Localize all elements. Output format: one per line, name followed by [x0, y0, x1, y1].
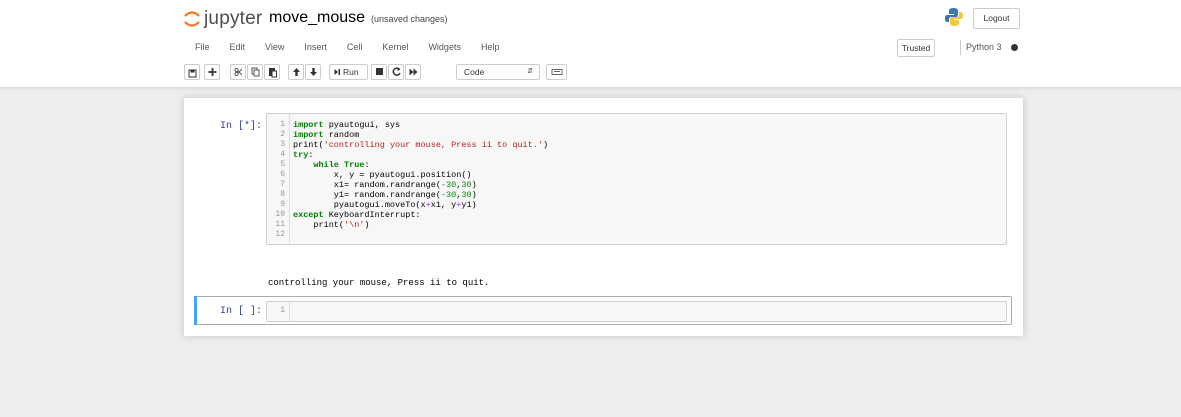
move-up-button[interactable] [288, 64, 304, 80]
jupyter-logo-text: jupyter [204, 8, 263, 29]
copy-button[interactable] [247, 64, 263, 80]
selected-cell-indicator [194, 296, 197, 325]
cell-type-select[interactable]: Code ⇵ [456, 64, 540, 80]
cell-type-value: Code [464, 67, 485, 77]
line-number: 7 [280, 180, 285, 189]
code-line: pyautogui.moveTo(x+x1, y+y1) [293, 200, 477, 210]
line-number: 3 [280, 140, 285, 149]
cell-output: controlling your mouse, Press ii to quit… [268, 278, 490, 288]
code-line: x, y = pyautogui.position() [293, 170, 472, 180]
menu-widgets[interactable]: Widgets [428, 40, 461, 54]
restart-icon [389, 65, 403, 79]
line-number: 6 [280, 170, 285, 179]
interrupt-kernel-button[interactable] [371, 64, 387, 80]
save-button[interactable] [184, 64, 200, 80]
menu-cell[interactable]: Cell [347, 40, 363, 54]
line-number: 10 [275, 210, 285, 219]
plus-icon [205, 65, 219, 79]
menu-view[interactable]: View [265, 40, 284, 54]
run-button[interactable]: Run [329, 64, 368, 80]
paste-button[interactable] [264, 64, 280, 80]
save-icon [185, 65, 199, 79]
line-number-gutter: 1 [267, 302, 290, 321]
kernel-name: Python 3 [966, 42, 1002, 52]
input-prompt: In [*]: [219, 121, 262, 132]
cut-button[interactable] [230, 64, 246, 80]
arrow-up-icon [289, 65, 303, 79]
logout-button[interactable]: Logout [973, 8, 1020, 29]
line-number: 1 [280, 306, 285, 315]
menu-kernel[interactable]: Kernel [382, 40, 408, 54]
restart-kernel-button[interactable] [388, 64, 404, 80]
copy-icon [248, 65, 262, 79]
menu-help[interactable]: Help [481, 40, 500, 54]
line-number: 12 [275, 230, 285, 239]
line-number: 1 [280, 120, 285, 129]
code-line: x1= random.randrange(-30,30) [293, 180, 477, 190]
notebook-container: In [*]: 1 2 3 4 5 6 7 8 9 10 11 12 impor… [184, 98, 1023, 336]
line-number: 2 [280, 130, 285, 139]
run-label: Run [343, 67, 359, 77]
menu-edit[interactable]: Edit [230, 40, 246, 54]
command-palette-button[interactable] [546, 64, 567, 80]
insert-cell-button[interactable] [204, 64, 220, 80]
restart-run-all-button[interactable] [405, 64, 421, 80]
input-prompt: In [ ]: [219, 306, 262, 317]
jupyter-logo[interactable]: jupyter [183, 8, 262, 30]
fast-forward-icon [406, 65, 420, 79]
run-icon [334, 65, 341, 79]
code-line: print('\n') [293, 220, 370, 230]
python-icon [944, 7, 964, 27]
move-down-button[interactable] [305, 64, 321, 80]
code-line: y1= random.randrange(-30,30) [293, 190, 477, 200]
menu-file[interactable]: File [195, 40, 210, 54]
line-number: 8 [280, 190, 285, 199]
code-editor[interactable]: 1 2 3 4 5 6 7 8 9 10 11 12 import pyauto… [266, 113, 1007, 245]
line-number-gutter: 1 2 3 4 5 6 7 8 9 10 11 12 [267, 114, 290, 244]
code-editor[interactable]: 1 [266, 301, 1007, 322]
kernel-divider [960, 40, 961, 55]
code-line: while True: [313, 160, 370, 170]
menubar: File Edit View Insert Cell Kernel Widget… [195, 40, 519, 54]
paste-icon [265, 65, 279, 79]
line-number: 9 [280, 200, 285, 209]
stop-icon [372, 65, 386, 79]
line-number: 4 [280, 150, 285, 159]
trusted-indicator[interactable]: Trusted [897, 39, 935, 57]
header: jupyter move_mouse (unsaved changes) Log… [0, 0, 1181, 88]
keyboard-icon [547, 65, 566, 79]
cut-icon [231, 65, 245, 79]
code-line: try: [293, 150, 314, 160]
code-line: import pyautogui, sys [293, 120, 401, 130]
code-line: print('controlling your mouse, Press ii … [293, 140, 549, 150]
select-arrows-icon: ⇵ [527, 68, 533, 75]
code-line: import random [293, 130, 360, 140]
line-number: 5 [280, 160, 285, 169]
menu-insert[interactable]: Insert [304, 40, 327, 54]
notebook-title[interactable]: move_mouse [269, 9, 365, 27]
autosave-status: (unsaved changes) [371, 14, 448, 24]
arrow-down-icon [306, 65, 320, 79]
kernel-busy-indicator-icon [1011, 44, 1018, 51]
jupyter-logo-icon [183, 8, 201, 30]
code-line: except KeyboardInterrupt: [293, 210, 421, 220]
line-number: 11 [275, 220, 285, 229]
